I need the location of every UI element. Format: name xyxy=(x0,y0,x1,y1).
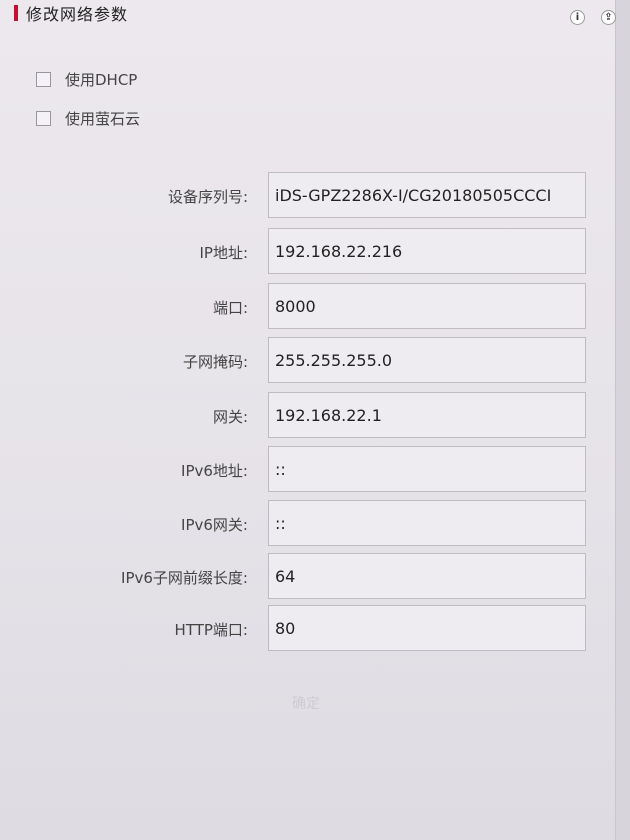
option-ezviz[interactable]: 使用萤石云 xyxy=(36,108,140,129)
ip-field[interactable]: 192.168.22.216 xyxy=(268,228,586,274)
port-field[interactable]: 8000 xyxy=(268,283,586,329)
serial-field[interactable]: iDS-GPZ2286X-I/CG20180505CCCI xyxy=(268,172,586,218)
serial-label: 设备序列号: xyxy=(167,188,248,206)
ipv6-address-label: IPv6地址: xyxy=(181,462,248,480)
top-icon-group: i ⇪ xyxy=(570,10,616,25)
subnet-label: 子网掩码: xyxy=(182,353,248,371)
dialog-header: 修改网络参数 xyxy=(14,2,128,24)
row-ipv6-address: IPv6地址: :: xyxy=(0,446,630,494)
row-serial: 设备序列号: iDS-GPZ2286X-I/CG20180505CCCI xyxy=(0,172,630,220)
port-label: 端口: xyxy=(212,299,248,317)
ip-label: IP地址: xyxy=(199,244,248,262)
row-ip: IP地址: 192.168.22.216 xyxy=(0,228,630,276)
dhcp-label: 使用DHCP xyxy=(65,71,138,89)
row-http-port: HTTP端口: 80 xyxy=(0,605,630,653)
network-params-dialog: 修改网络参数 i ⇪ 使用DHCP 使用萤石云 设备序列号: iDS-GPZ22… xyxy=(0,0,630,840)
row-port: 端口: 8000 xyxy=(0,283,630,331)
subnet-field[interactable]: 255.255.255.0 xyxy=(268,337,586,383)
ipv6-prefix-field[interactable]: 64 xyxy=(268,553,586,599)
ipv6-gateway-label: IPv6网关: xyxy=(181,516,248,534)
ezviz-label: 使用萤石云 xyxy=(65,110,141,128)
ezviz-checkbox[interactable] xyxy=(36,111,51,126)
gateway-field[interactable]: 192.168.22.1 xyxy=(268,392,586,438)
row-ipv6-prefix: IPv6子网前缀长度: 64 xyxy=(0,553,630,601)
http-port-label: HTTP端口: xyxy=(174,621,248,639)
row-subnet: 子网掩码: 255.255.255.0 xyxy=(0,337,630,385)
dhcp-checkbox[interactable] xyxy=(36,72,51,87)
confirm-button[interactable]: 确定 xyxy=(256,692,356,716)
row-gateway: 网关: 192.168.22.1 xyxy=(0,392,630,440)
ipv6-address-field[interactable]: :: xyxy=(268,446,586,492)
share-icon[interactable]: ⇪ xyxy=(601,10,616,25)
row-ipv6-gateway: IPv6网关: :: xyxy=(0,500,630,548)
ipv6-gateway-field[interactable]: :: xyxy=(268,500,586,546)
http-port-field[interactable]: 80 xyxy=(268,605,586,651)
page-title: 修改网络参数 xyxy=(26,5,129,24)
accent-bar xyxy=(14,5,18,21)
option-dhcp[interactable]: 使用DHCP xyxy=(36,69,137,90)
info-icon[interactable]: i xyxy=(570,10,585,25)
gateway-label: 网关: xyxy=(212,408,248,426)
ipv6-prefix-label: IPv6子网前缀长度: xyxy=(121,569,248,587)
